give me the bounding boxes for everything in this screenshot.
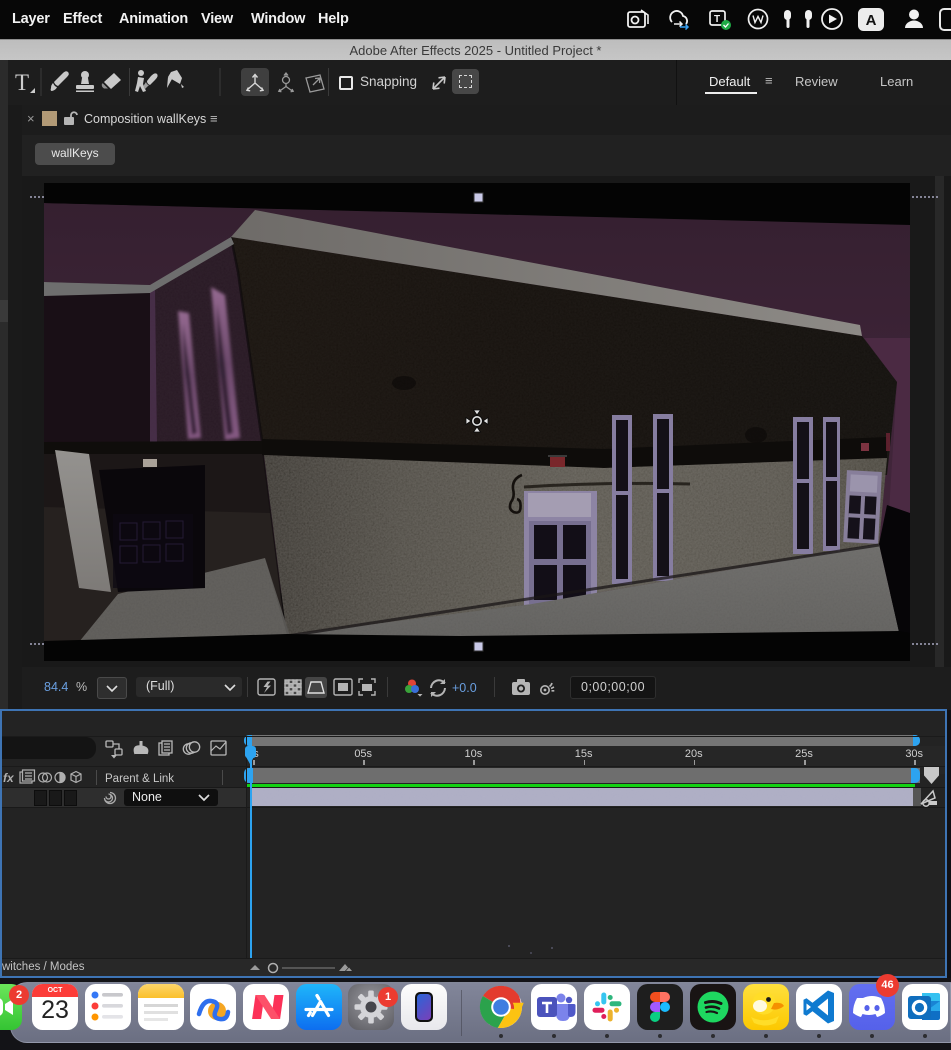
svg-text:+0.0: +0.0: [452, 681, 477, 695]
svg-text:A: A: [866, 12, 877, 29]
svg-text:T: T: [714, 14, 720, 25]
svg-text:T: T: [15, 70, 29, 95]
